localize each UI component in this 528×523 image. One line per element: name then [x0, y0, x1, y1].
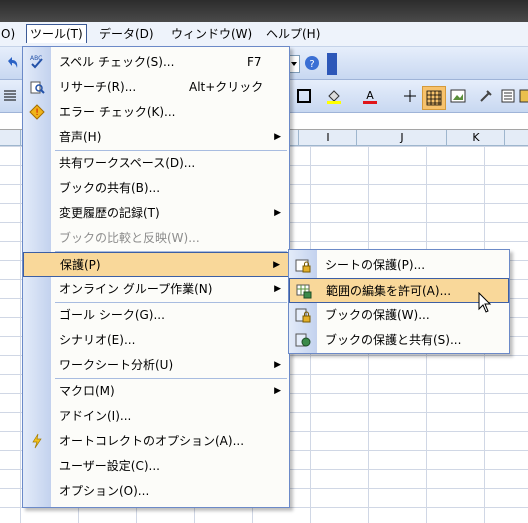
menu-item-protect-sheet[interactable]: シートの保護(P)...	[289, 253, 509, 278]
grid-icon	[426, 90, 442, 106]
protect-workbook-icon	[295, 308, 311, 323]
toolbar-options-button[interactable]	[327, 53, 337, 75]
align-icon[interactable]	[2, 88, 18, 104]
tools-menu: ABC スペル チェック(S)... F7 リサーチ(R)... Alt+クリッ…	[22, 46, 290, 508]
chevron-down-icon	[291, 62, 297, 66]
fill-color-icon[interactable]	[326, 88, 342, 104]
column-header-k[interactable]: K	[446, 130, 505, 145]
protection-submenu: シートの保護(P)... 範囲の編集を許可(A)... ブックの保護(W)...…	[288, 249, 510, 354]
picture-icon[interactable]	[450, 88, 466, 104]
svg-text:A: A	[366, 89, 374, 102]
menu-item-options[interactable]: オプション(O)...	[23, 479, 289, 504]
freeze-icon[interactable]	[402, 88, 418, 104]
menu-window[interactable]: ウィンドウ(W)	[168, 25, 255, 43]
menu-item-share-workbook[interactable]: ブックの共有(B)...	[23, 176, 289, 201]
column-header-j[interactable]: J	[356, 130, 447, 145]
menu-item-spellcheck[interactable]: ABC スペル チェック(S)... F7	[23, 50, 289, 75]
menu-item-track-changes[interactable]: 変更履歴の記録(T) ▶	[23, 201, 289, 226]
menu-item-allow-edit-ranges[interactable]: 範囲の編集を許可(A)...	[289, 278, 509, 303]
menu-item-protect-share-workbook[interactable]: ブックの保護と共有(S)...	[289, 328, 509, 353]
column-header-i[interactable]: I	[298, 130, 357, 145]
research-icon	[30, 81, 45, 94]
svg-text:?: ?	[309, 59, 314, 70]
menu-bar: O) ツール(T) データ(D) ウィンドウ(W) ヘルプ(H)	[0, 22, 528, 47]
protect-share-workbook-icon	[295, 333, 311, 347]
menu-item-speech[interactable]: 音声(H) ▶	[23, 125, 289, 150]
menu-item-protect-workbook[interactable]: ブックの保護(W)...	[289, 303, 509, 328]
toolbar-more-icon[interactable]	[518, 88, 528, 104]
menu-item-autocorrect-options[interactable]: オートコレクトのオプション(A)...	[23, 429, 289, 454]
menu-format[interactable]: O)	[0, 25, 18, 43]
menu-item-compare-merge: ブックの比較と反映(W)...	[59, 231, 200, 245]
menu-item-macro[interactable]: マクロ(M) ▶	[23, 379, 289, 404]
submenu-arrow-icon: ▶	[274, 284, 281, 294]
submenu-arrow-icon: ▶	[274, 132, 281, 142]
borders-icon[interactable]	[296, 88, 312, 104]
protect-sheet-icon	[295, 259, 311, 273]
tools-icon[interactable]	[478, 88, 494, 104]
undo-icon[interactable]	[4, 55, 20, 71]
mouse-cursor-icon	[478, 292, 492, 313]
menu-item-goal-seek[interactable]: ゴール シーク(G)...	[23, 303, 289, 328]
grid-toggle-button[interactable]	[422, 86, 446, 110]
error-check-icon: !	[29, 104, 45, 120]
menu-item-scenarios[interactable]: シナリオ(E)...	[23, 328, 289, 353]
menu-item-error-check[interactable]: ! エラー チェック(K)...	[23, 100, 289, 125]
allow-edit-range-icon	[296, 284, 312, 299]
menu-tools[interactable]: ツール(T)	[26, 24, 87, 43]
submenu-arrow-icon: ▶	[274, 208, 281, 218]
submenu-arrow-icon: ▶	[274, 386, 281, 396]
submenu-arrow-icon: ▶	[274, 360, 281, 370]
window-titlebar	[0, 0, 528, 22]
submenu-arrow-icon: ▶	[273, 260, 280, 270]
font-color-icon[interactable]: A	[362, 88, 378, 104]
svg-text:!: !	[35, 108, 39, 118]
spellcheck-icon: ABC	[30, 55, 43, 69]
menu-item-formula-auditing[interactable]: ワークシート分析(U) ▶	[23, 353, 289, 378]
menu-data[interactable]: データ(D)	[96, 25, 157, 43]
column-header[interactable]	[504, 130, 528, 145]
forms-icon[interactable]	[500, 88, 516, 104]
autocorrect-icon	[32, 433, 42, 449]
menu-item-addins[interactable]: アドイン(I)...	[23, 404, 289, 429]
menu-help[interactable]: ヘルプ(H)	[263, 25, 323, 43]
menu-item-customize[interactable]: ユーザー設定(C)...	[23, 454, 289, 479]
menu-item-protection[interactable]: 保護(P) ▶	[23, 252, 289, 277]
menu-item-online-collaboration[interactable]: オンライン グループ作業(N) ▶	[23, 277, 289, 302]
help-icon[interactable]: ?	[304, 55, 320, 71]
menu-item-shared-workspace[interactable]: 共有ワークスペース(D)...	[23, 151, 289, 176]
menu-item-research[interactable]: リサーチ(R)... Alt+クリック	[23, 75, 289, 100]
